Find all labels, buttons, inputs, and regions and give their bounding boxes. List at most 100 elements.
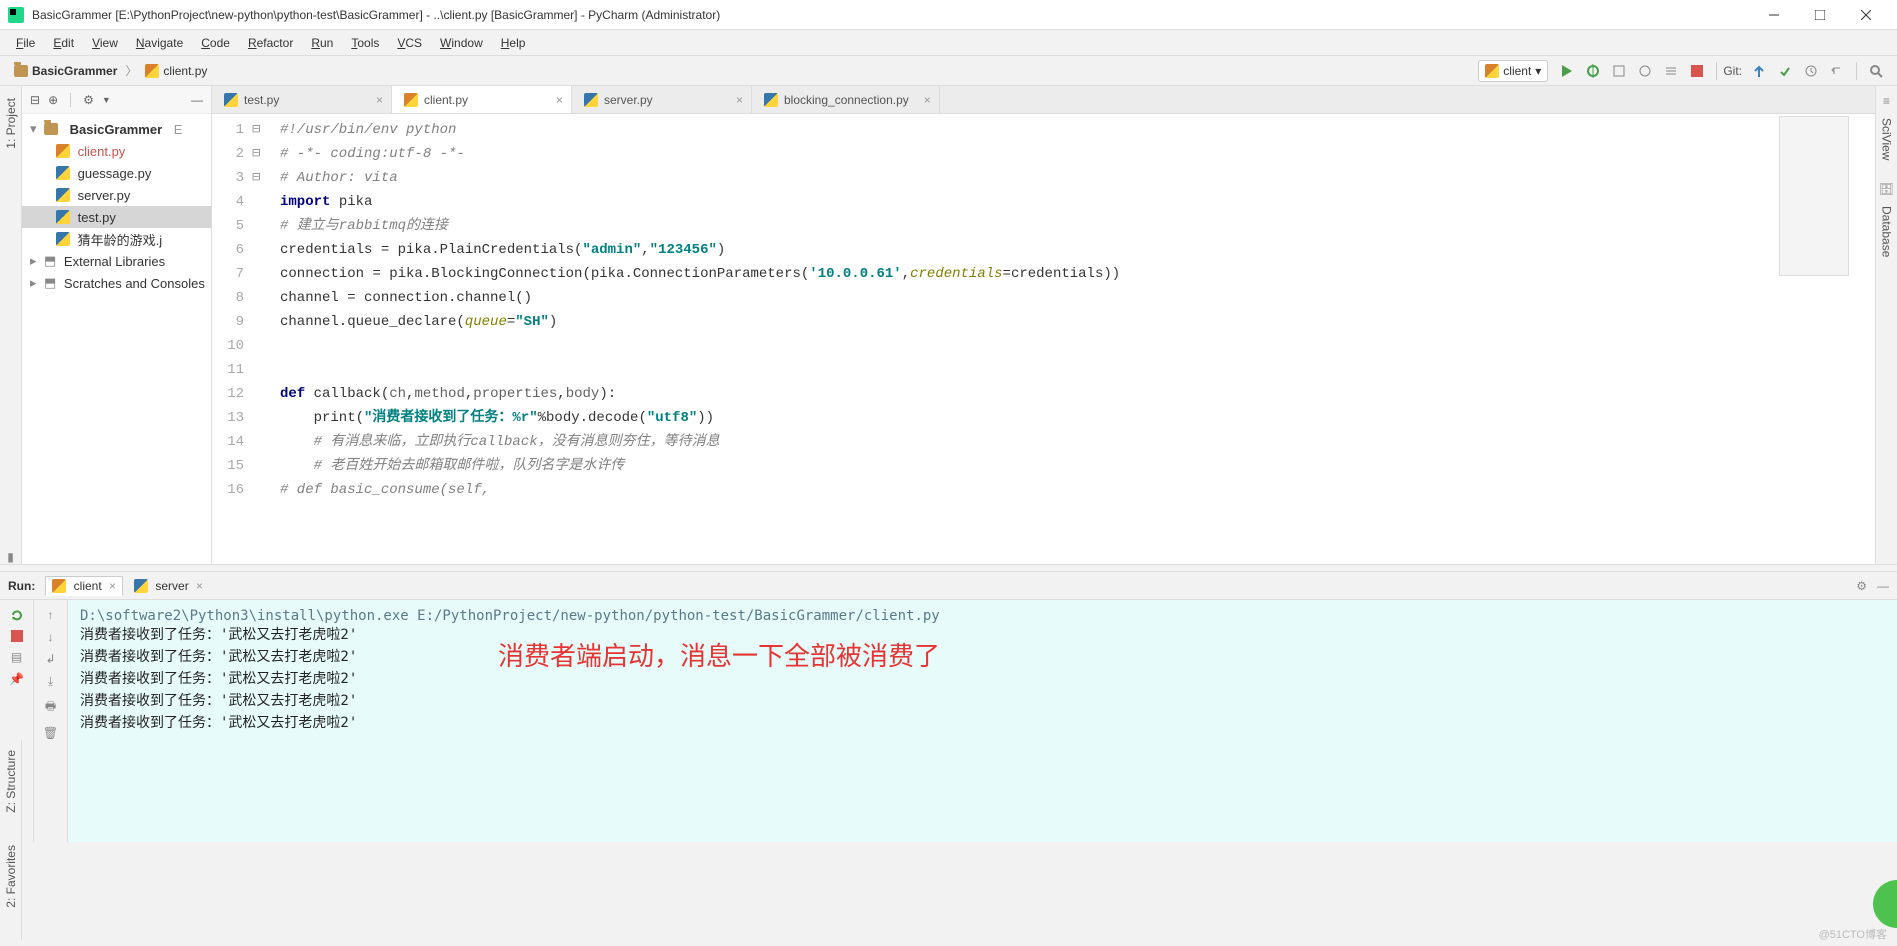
- git-history-button[interactable]: [1798, 58, 1824, 84]
- breadcrumb-file[interactable]: client.py: [139, 62, 213, 80]
- editor-tab[interactable]: server.py×: [572, 86, 752, 113]
- favorites-tool-button[interactable]: 2: Favorites: [4, 839, 18, 914]
- tree-file[interactable]: guessage.py: [22, 162, 211, 184]
- watermark: @51CTO博客: [1819, 926, 1887, 942]
- bookmarks-icon[interactable]: ▮: [7, 550, 14, 564]
- run-config-label: client: [1503, 64, 1531, 78]
- close-icon[interactable]: ×: [196, 579, 203, 593]
- minimize-icon[interactable]: —: [191, 93, 203, 107]
- run-console[interactable]: D:\software2\Python3\install\python.exe …: [68, 600, 1897, 842]
- fold-column[interactable]: ⊟⊟⊟: [252, 114, 272, 564]
- tree-node[interactable]: ▸⬒ Scratches and Consoles: [22, 272, 211, 294]
- close-icon[interactable]: ×: [109, 579, 116, 593]
- layout-button[interactable]: ▤: [11, 650, 22, 664]
- splitter[interactable]: [0, 564, 1897, 572]
- menu-view[interactable]: View: [84, 34, 126, 52]
- target-icon[interactable]: ⊕: [48, 93, 58, 107]
- search-everywhere-button[interactable]: [1863, 58, 1889, 84]
- menu-vcs[interactable]: VCS: [389, 34, 430, 52]
- pin-button[interactable]: 📌: [9, 672, 24, 686]
- database-icon[interactable]: 🗄: [1879, 182, 1894, 196]
- git-revert-button[interactable]: [1824, 58, 1850, 84]
- tree-file[interactable]: server.py: [22, 184, 211, 206]
- fab-button[interactable]: [1873, 880, 1897, 928]
- menu-file[interactable]: File: [8, 34, 43, 52]
- menu-edit[interactable]: Edit: [45, 34, 82, 52]
- profile-button[interactable]: [1632, 58, 1658, 84]
- gear-icon[interactable]: ⚙: [83, 93, 94, 107]
- console-command: D:\software2\Python3\install\python.exe …: [80, 608, 1885, 624]
- git-update-button[interactable]: [1746, 58, 1772, 84]
- code-area[interactable]: #!/usr/bin/env python# -*- coding:utf-8 …: [272, 114, 1875, 564]
- run-tab[interactable]: client ×: [45, 576, 123, 596]
- menu-tools[interactable]: Tools: [343, 34, 387, 52]
- close-icon[interactable]: ×: [736, 93, 743, 107]
- run-button[interactable]: [1554, 58, 1580, 84]
- menubar: FileEditViewNavigateCodeRefactorRunTools…: [0, 30, 1897, 56]
- scroll-button[interactable]: ⤓: [48, 674, 53, 689]
- breadcrumb-project-label: BasicGrammer: [32, 64, 117, 78]
- run-settings-icon[interactable]: ⚙: [1856, 579, 1867, 593]
- tab-label: client.py: [424, 93, 468, 107]
- menu-help[interactable]: Help: [493, 34, 534, 52]
- print-button[interactable]: 🖶: [45, 697, 56, 718]
- tree-file[interactable]: client.py: [22, 140, 211, 162]
- breadcrumb-file-label: client.py: [163, 64, 207, 78]
- coverage-button[interactable]: [1606, 58, 1632, 84]
- tree-root[interactable]: ▾ BasicGrammer E: [22, 118, 211, 140]
- tree-node[interactable]: ▸⬒ External Libraries: [22, 250, 211, 272]
- editor-tab[interactable]: test.py×: [212, 86, 392, 113]
- editor-tab[interactable]: client.py ×: [392, 86, 572, 113]
- navbar: BasicGrammer 〉 client.py client ▾ Git:: [0, 56, 1897, 86]
- run-config-selector[interactable]: client ▾: [1478, 60, 1548, 82]
- structure-tool-button[interactable]: Z: Structure: [4, 744, 18, 819]
- minimize-button[interactable]: [1751, 1, 1797, 29]
- stop-run-button[interactable]: [11, 630, 23, 642]
- code-editor[interactable]: 12345678910111213141516 ⊟⊟⊟ #!/usr/bin/e…: [212, 114, 1875, 564]
- run-tab[interactable]: server ×: [127, 576, 210, 596]
- minimap[interactable]: [1779, 116, 1849, 276]
- close-icon[interactable]: ×: [924, 93, 931, 107]
- python-file-icon: [764, 93, 778, 107]
- console-line: 消费者接收到了任务：'武松又去打老虎啦2': [80, 690, 1885, 712]
- attach-button[interactable]: [1658, 58, 1684, 84]
- maximize-button[interactable]: [1797, 1, 1843, 29]
- menu-code[interactable]: Code: [193, 34, 238, 52]
- project-tool-button[interactable]: 1: Project: [4, 94, 18, 153]
- close-icon[interactable]: ×: [376, 93, 383, 107]
- trash-button[interactable]: 🗑: [43, 726, 58, 740]
- git-commit-button[interactable]: [1772, 58, 1798, 84]
- menu-refactor[interactable]: Refactor: [240, 34, 301, 52]
- sciview-tool-button[interactable]: SciView: [1880, 114, 1894, 164]
- close-button[interactable]: [1843, 1, 1889, 29]
- up-button[interactable]: ↑: [48, 608, 54, 622]
- debug-button[interactable]: [1580, 58, 1606, 84]
- database-tool-button[interactable]: Database: [1880, 202, 1894, 261]
- run-minimize-icon[interactable]: —: [1877, 579, 1889, 593]
- wrap-button[interactable]: ↲: [45, 652, 55, 666]
- python-file-icon: [404, 93, 418, 107]
- close-icon[interactable]: ×: [556, 93, 563, 107]
- menu-run[interactable]: Run: [303, 34, 341, 52]
- collapse-icon[interactable]: ⊟: [30, 93, 40, 107]
- python-icon: [1485, 64, 1499, 78]
- menu-window[interactable]: Window: [432, 34, 491, 52]
- console-line: 消费者接收到了任务：'武松又去打老虎啦2': [80, 646, 1885, 668]
- tree-file[interactable]: test.py: [22, 206, 211, 228]
- console-line: 消费者接收到了任务：'武松又去打老虎啦2': [80, 668, 1885, 690]
- rerun-button[interactable]: [10, 608, 24, 622]
- menu-navigate[interactable]: Navigate: [128, 34, 191, 52]
- right-tool-strip: ≡ SciView 🗄 Database: [1875, 86, 1897, 564]
- down-button[interactable]: ↓: [48, 630, 54, 644]
- titlebar: BasicGrammer [E:\PythonProject\new-pytho…: [0, 0, 1897, 30]
- chevron-down-icon[interactable]: ▼: [102, 95, 111, 105]
- chevron-down-icon: ▾: [1535, 64, 1541, 78]
- stop-button[interactable]: [1684, 58, 1710, 84]
- tree-file[interactable]: 猜年龄的游戏.j: [22, 228, 211, 250]
- editor-tab[interactable]: blocking_connection.py×: [752, 86, 940, 113]
- window-title: BasicGrammer [E:\PythonProject\new-pytho…: [32, 8, 720, 22]
- sciview-icon[interactable]: ≡: [1883, 94, 1890, 108]
- breadcrumb-root[interactable]: BasicGrammer: [8, 62, 123, 80]
- line-gutter: 12345678910111213141516: [212, 114, 252, 564]
- git-label: Git:: [1723, 64, 1746, 78]
